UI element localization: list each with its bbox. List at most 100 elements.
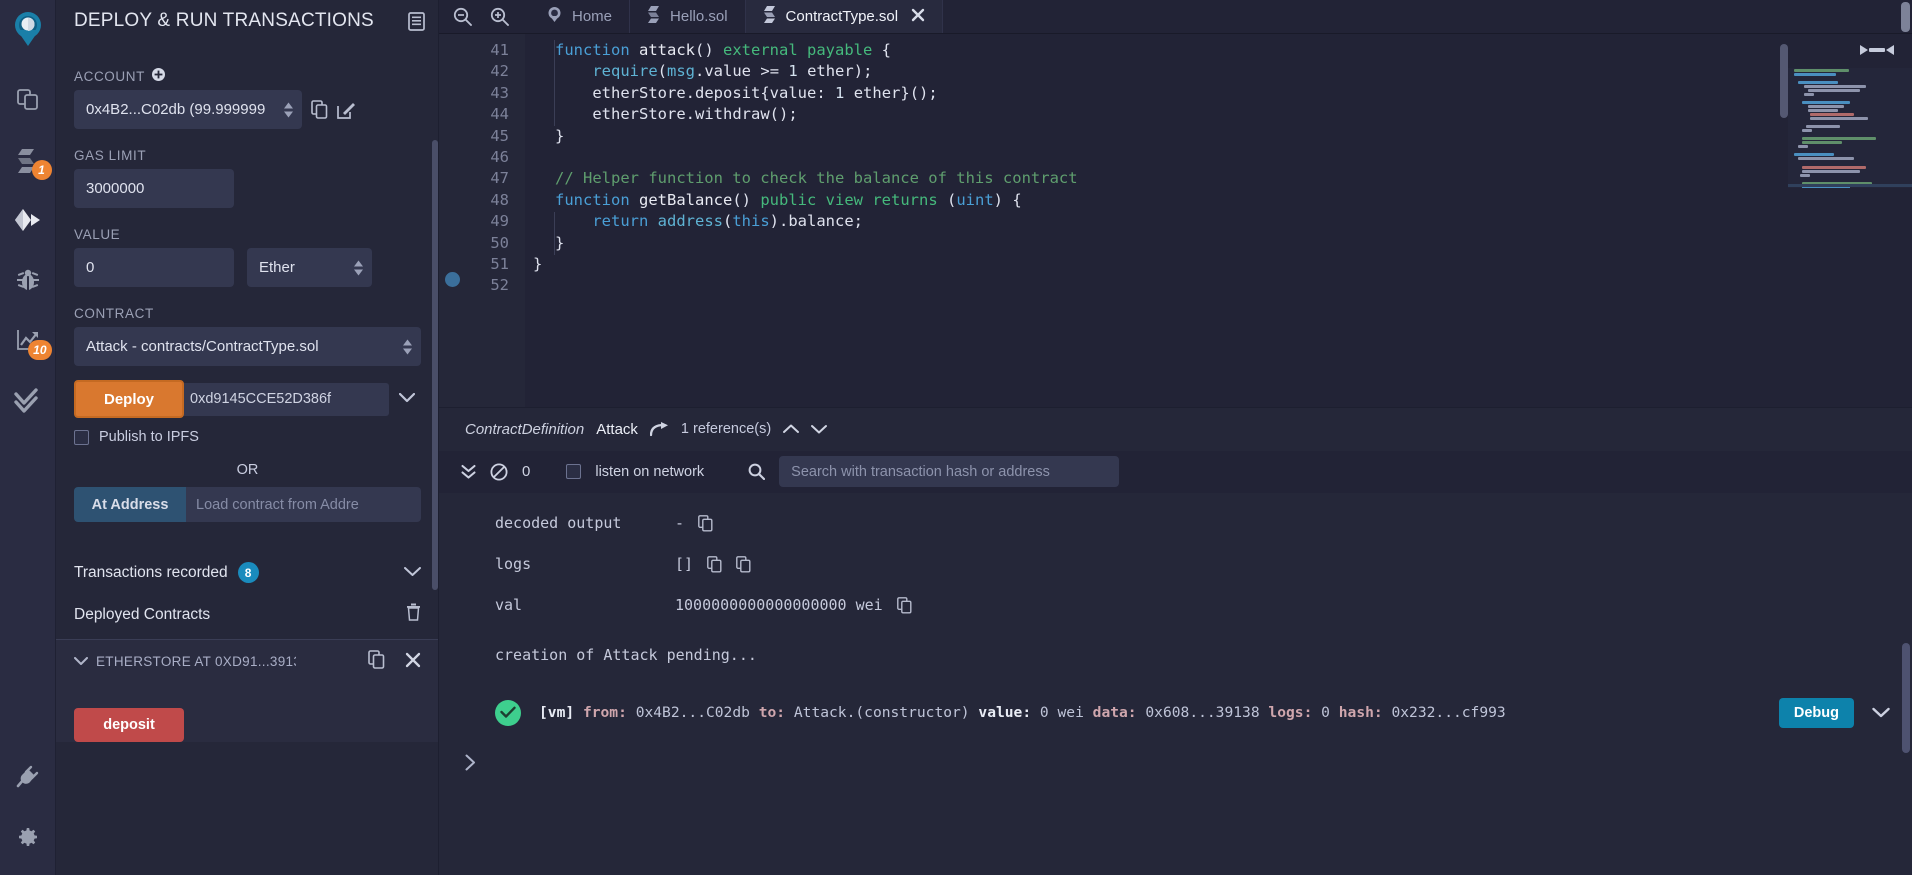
copy-icon[interactable] (707, 556, 722, 573)
transaction-search-input[interactable]: Search with transaction hash or address (779, 456, 1119, 487)
chevron-down-icon[interactable] (74, 654, 88, 669)
deposit-button[interactable]: deposit (74, 708, 184, 742)
chevron-down-icon[interactable] (1872, 707, 1890, 718)
sidebar-item-analysis[interactable]: 10 (0, 310, 56, 370)
line-number: 45 (490, 126, 509, 147)
breakpoint-dot[interactable] (445, 272, 460, 287)
transactions-recorded-badge: 8 (238, 562, 259, 583)
code-line (525, 147, 1912, 168)
editor-scrollbar[interactable] (1780, 44, 1788, 118)
no-entry-clear-icon[interactable] (490, 463, 508, 481)
chevron-up-icon[interactable] (783, 424, 799, 434)
zoom-controls (439, 0, 529, 33)
window-scrollbar[interactable] (1901, 2, 1910, 32)
editor-tabbar: Home Hello.sol (439, 0, 1912, 34)
publish-ipfs-row[interactable]: Publish to IPFS (74, 429, 421, 445)
transactions-recorded-row[interactable]: Transactions recorded 8 (74, 562, 421, 583)
row-key: decoded output (439, 514, 675, 532)
copy-icon[interactable] (698, 515, 713, 532)
sidebar-item-unit-testing[interactable] (0, 370, 56, 430)
deploy-address-input[interactable]: 0xd9145CCE52D386f (180, 383, 389, 416)
sidebar-item-file-explorer[interactable] (0, 70, 56, 130)
copy-icon[interactable] (897, 597, 912, 614)
tab-label: Hello.sol (670, 8, 728, 25)
line-number: 41 (490, 40, 509, 61)
tab-home[interactable]: Home (529, 0, 630, 33)
copy-icon[interactable] (311, 100, 328, 119)
zoom-in-icon[interactable] (490, 7, 509, 26)
at-address-button[interactable]: At Address (74, 487, 186, 522)
unit-spinner-icon (354, 260, 363, 275)
chevron-down-icon[interactable] (811, 424, 827, 434)
row-value: 1000000000000000000 wei (675, 596, 912, 614)
contract-label: CONTRACT (74, 306, 421, 321)
deploy-button[interactable]: Deploy (74, 380, 184, 418)
code-content[interactable]: function attack() external payable { req… (525, 34, 1912, 407)
reference-count: 1 reference(s) (681, 421, 771, 437)
search-icon[interactable] (748, 463, 765, 480)
account-select[interactable]: 0x4B2...C02db (99.999999 (74, 90, 302, 129)
value-value: 0 wei (1040, 704, 1084, 721)
zoom-out-icon[interactable] (453, 7, 472, 26)
compiler-badge: 1 (32, 160, 52, 180)
value-amount-input[interactable]: 0 (74, 248, 234, 287)
remix-logo-icon[interactable] (0, 0, 56, 56)
code-editor[interactable]: 41 42 43 44 45 46 47 48 49 50 51 52 func (439, 34, 1912, 407)
sidebar-item-plugin-manager[interactable] (0, 747, 56, 807)
gas-limit-input[interactable]: 3000000 (74, 169, 234, 208)
code-line: // Helper function to check the balance … (525, 168, 1912, 189)
value-unit-select[interactable]: Ether (247, 248, 372, 287)
deployed-contract-name: ETHERSTORE AT 0XD91...39138 ( (96, 654, 296, 669)
tab-contracttype-sol[interactable]: ContractType.sol (746, 0, 944, 33)
sidebar-item-solidity-compiler[interactable]: 1 (0, 130, 56, 190)
line-number: 47 (490, 168, 509, 189)
sidebar-item-debugger[interactable] (0, 250, 56, 310)
solidity-file-icon (763, 6, 777, 27)
code-line: } (525, 233, 1912, 254)
chevron-down-icon[interactable] (389, 390, 421, 408)
rail-items: 1 (0, 70, 56, 430)
publish-ipfs-label: Publish to IPFS (99, 429, 199, 445)
to-label: to: (759, 704, 785, 721)
transaction-summary: [vm] from: 0x4B2...C02db to: Attack.(con… (539, 704, 1761, 721)
transaction-log-row[interactable]: [vm] from: 0x4B2...C02db to: Attack.(con… (439, 698, 1912, 728)
remix-ide-window: 1 (0, 0, 1912, 875)
trash-icon[interactable] (406, 603, 421, 626)
edit-pencil-icon[interactable] (337, 101, 355, 119)
plus-circle-icon[interactable] (152, 68, 165, 84)
double-chevron-down-icon[interactable] (461, 464, 476, 480)
deploy-run-panel: DEPLOY & RUN TRANSACTIONS ACCOUNT (56, 0, 439, 875)
contract-select[interactable]: Attack - contracts/ContractType.sol (74, 327, 421, 366)
code-line: function getBalance() public view return… (525, 190, 1912, 211)
line-number: 51 (490, 254, 509, 275)
sidebar-item-deploy-run[interactable] (0, 190, 56, 250)
chevron-down-icon[interactable] (404, 564, 421, 582)
close-icon[interactable] (911, 8, 925, 25)
debug-button[interactable]: Debug (1779, 698, 1854, 728)
resize-handle-icon[interactable] (1860, 42, 1894, 63)
arrow-jump-icon[interactable] (650, 422, 669, 437)
solidity-file-icon (647, 6, 661, 27)
close-icon[interactable] (405, 652, 421, 671)
source-code[interactable]: function attack() external payable { req… (525, 34, 1912, 297)
code-line (525, 275, 1912, 296)
terminal-scrollbar[interactable] (1902, 643, 1910, 753)
listen-network-checkbox[interactable] (566, 464, 581, 479)
code-line: etherStore.withdraw(); (525, 104, 1912, 125)
sidebar-item-settings[interactable] (0, 807, 56, 867)
publish-ipfs-checkbox[interactable] (74, 430, 89, 445)
deployed-contract-header[interactable]: ETHERSTORE AT 0XD91...39138 ( (74, 640, 421, 682)
code-line: } (525, 254, 1912, 275)
docs-book-icon[interactable] (408, 12, 425, 31)
copy-icon[interactable] (368, 650, 385, 672)
chevron-right-icon[interactable] (439, 754, 1912, 776)
copy-icon[interactable] (736, 556, 751, 573)
editor-minimap[interactable] (1788, 68, 1912, 188)
editor-gutter[interactable]: 41 42 43 44 45 46 47 48 49 50 51 52 (439, 34, 525, 407)
deploy-run-icon (13, 206, 43, 234)
at-address-input[interactable]: Load contract from Addre (186, 487, 421, 522)
tab-hello-sol[interactable]: Hello.sol (630, 0, 746, 33)
terminal-toolbar: 0 listen on network Search with transact… (439, 451, 1912, 493)
terminal-output[interactable]: decoded output - logs [] (439, 493, 1912, 875)
terminal-row: logs [] (439, 544, 1912, 585)
